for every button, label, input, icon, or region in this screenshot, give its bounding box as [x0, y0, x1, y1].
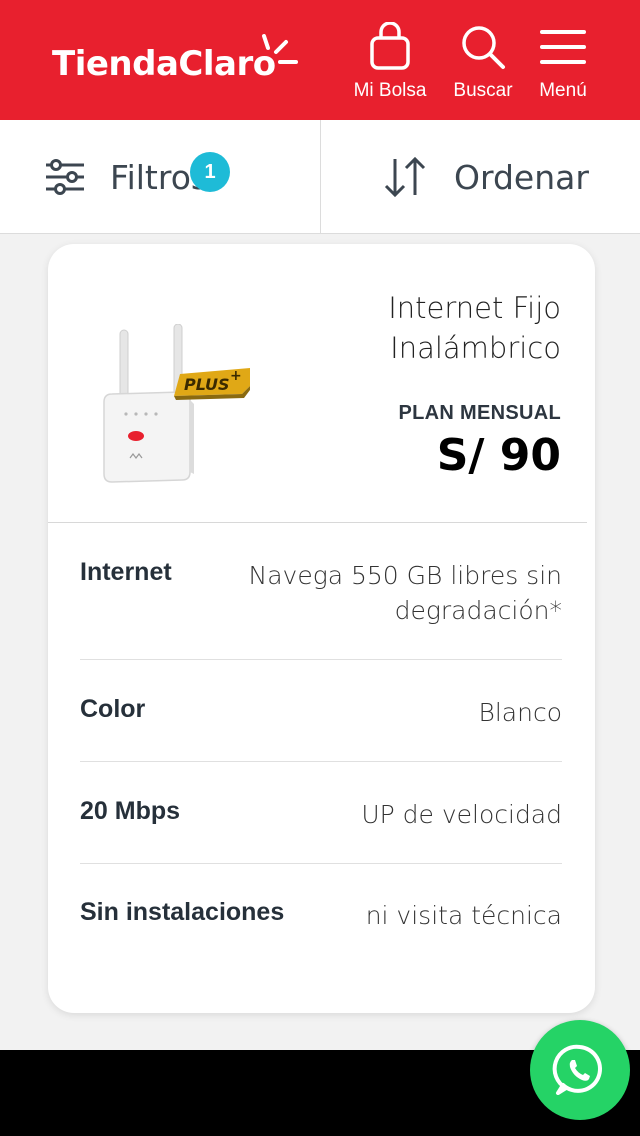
svg-text:+: +	[230, 368, 242, 384]
bag-label: Mi Bolsa	[353, 80, 427, 101]
spec-row-internet: Internet Navega 550 GB libres sin degrad…	[80, 558, 562, 628]
spec-value-line2: degradación*	[394, 596, 562, 625]
whatsapp-button[interactable]	[530, 1020, 630, 1120]
spec-value-line1: Navega 550 GB libres sin	[248, 561, 562, 590]
search-label: Buscar	[453, 80, 513, 101]
tienda-claro-logo[interactable]: Tienda Claro	[52, 34, 298, 84]
sort-arrows-icon	[384, 156, 426, 198]
product-card[interactable]: PLUS + Internet Fijo Inalámbrico PLAN ME…	[48, 244, 595, 1013]
spec-key: Color	[80, 695, 146, 723]
spec-value: ni visita técnica	[365, 901, 562, 930]
price: S/ 90	[436, 430, 561, 481]
hamburger-menu-icon	[540, 30, 586, 64]
spec-value: Blanco	[478, 698, 562, 727]
bag-button[interactable]: Mi Bolsa	[348, 22, 432, 102]
spec-row-installation: Sin instalaciones ni visita técnica	[80, 898, 562, 933]
router-product-image: PLUS +	[103, 324, 250, 483]
card-divider	[48, 522, 587, 523]
filters-count-badge: 1	[190, 152, 230, 192]
spec-separator	[80, 761, 562, 762]
filter-divider	[320, 120, 321, 234]
sort-button[interactable]: Ordenar	[382, 120, 589, 234]
sliders-icon	[46, 159, 84, 195]
shopping-bag-icon	[370, 22, 410, 70]
spec-separator	[80, 659, 562, 660]
spec-value: Navega 550 GB libres sin degradación*	[249, 558, 562, 628]
claro-rays-icon	[262, 34, 298, 64]
filter-sort-bar: Filtros 1 Ordenar	[0, 120, 640, 234]
top-header: Tienda Claro Mi Bolsa Buscar Menú	[0, 0, 640, 120]
menu-button[interactable]: Menú	[534, 22, 592, 102]
spec-row-color: Color Blanco	[80, 695, 562, 730]
spec-separator	[80, 863, 562, 864]
search-icon	[462, 26, 505, 69]
spec-key: Sin instalaciones	[80, 898, 285, 926]
menu-label: Menú	[539, 80, 587, 101]
product-title-line1: Internet Fijo	[388, 291, 561, 325]
sort-label: Ordenar	[454, 157, 589, 197]
search-button[interactable]: Buscar	[448, 22, 518, 102]
whatsapp-icon	[552, 1044, 602, 1095]
plan-label: PLAN MENSUAL	[398, 402, 561, 424]
svg-text:PLUS: PLUS	[184, 375, 230, 394]
spec-key: Internet	[80, 558, 172, 586]
product-title-line2: Inalámbrico	[390, 331, 561, 365]
spec-value: UP de velocidad	[361, 800, 562, 829]
filters-button[interactable]: Filtros	[44, 120, 208, 234]
logo-text-tienda: Tienda	[52, 44, 179, 84]
spec-key: 20 Mbps	[80, 797, 181, 825]
product-title: Internet Fijo Inalámbrico	[301, 288, 561, 368]
spec-row-speed: 20 Mbps UP de velocidad	[80, 797, 562, 832]
